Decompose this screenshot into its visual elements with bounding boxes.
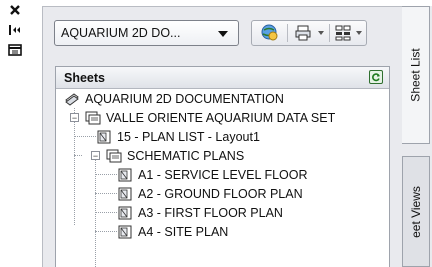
sheet-set-icon: [64, 92, 80, 106]
tab-label: Sheet List: [408, 48, 423, 102]
subset-icon: [85, 111, 101, 125]
sheet-selections-icon: [335, 25, 351, 41]
sheet-icon: [117, 168, 133, 182]
globe-search-icon: [261, 24, 278, 41]
tree-connector: [95, 193, 117, 194]
sheet-set-dropdown-value: AQUARIUM 2D DO...: [61, 26, 181, 40]
tree-connector: [95, 231, 117, 232]
tree-item-sheet[interactable]: 15 - PLAN LIST - Layout1: [96, 127, 260, 146]
sheet-set-dropdown[interactable]: AQUARIUM 2D DO...: [54, 20, 239, 46]
close-icon[interactable]: [6, 2, 24, 18]
tree-item-label: AQUARIUM 2D DOCUMENTATION: [85, 91, 284, 106]
tree-item-sheet[interactable]: A4 - SITE PLAN: [117, 222, 228, 241]
tree-item-sheet[interactable]: A2 - GROUND FLOOR PLAN: [117, 184, 303, 203]
tree-item-label: SCHEMATIC PLANS: [127, 148, 245, 163]
chevron-down-icon: [356, 31, 362, 35]
tab-sheet-views[interactable]: eet Views: [402, 156, 430, 267]
palette-tabs: Sheet List eet Views: [402, 6, 432, 267]
chevron-down-icon: [318, 31, 324, 35]
tree-item-sheet[interactable]: A3 - FIRST FLOOR PLAN: [117, 203, 283, 222]
tree-item-label: A2 - GROUND FLOOR PLAN: [138, 186, 303, 201]
collapse-toggle[interactable]: −: [70, 113, 79, 122]
palette-titlebar: [0, 0, 42, 267]
refresh-icon: [372, 73, 380, 82]
publish-button[interactable]: [290, 21, 316, 45]
tree-item-label: VALLE ORIENTE AQUARIUM DATA SET: [106, 110, 336, 125]
sheet-set-manager-panel: AQUARIUM 2D DO... Sheets − − AQUARIUM 2D…: [42, 6, 402, 267]
toolbar-divider: [329, 24, 330, 42]
refresh-button[interactable]: [369, 70, 383, 84]
subset-icon: [106, 149, 122, 163]
chevron-down-icon: [218, 31, 228, 37]
sheets-list: Sheets − − AQUARIUM 2D DOCUMENTATION VAL…: [55, 66, 390, 267]
tree-item-sheet[interactable]: A1 - SERVICE LEVEL FLOOR: [117, 165, 308, 184]
tree-item-subset[interactable]: VALLE ORIENTE AQUARIUM DATA SET: [85, 108, 335, 127]
tree-connector: [74, 136, 96, 137]
tree-item-subset[interactable]: SCHEMATIC PLANS: [106, 146, 244, 165]
toolbar-divider: [287, 24, 288, 42]
sheets-list-header: Sheets: [56, 67, 389, 89]
sheet-icon: [96, 130, 112, 144]
sheet-icon: [117, 187, 133, 201]
tree-connector: [95, 159, 96, 267]
sheet-selections-dropdown-button[interactable]: [354, 21, 364, 45]
sheet-icon: [117, 206, 133, 220]
tree-item-label: A4 - SITE PLAN: [138, 224, 229, 239]
sheets-list-title: Sheets: [64, 70, 105, 85]
tree-connector: [95, 174, 117, 175]
sheet-icon: [117, 225, 133, 239]
tree-item-label: 15 - PLAN LIST - Layout1: [117, 129, 260, 144]
display-sheet-icon-button[interactable]: [255, 21, 285, 45]
publish-dropdown-button[interactable]: [316, 21, 326, 45]
toolbar: AQUARIUM 2D DO...: [43, 7, 403, 59]
sheets-tree: − − AQUARIUM 2D DOCUMENTATION VALLE ORIE…: [56, 89, 389, 267]
tab-label: eet Views: [409, 185, 423, 238]
toolbar-button-group: [251, 20, 367, 46]
tree-connector: [74, 155, 82, 156]
properties-icon[interactable]: [6, 42, 24, 58]
tree-item-label: A1 - SERVICE LEVEL FLOOR: [138, 167, 308, 182]
tree-connector: [95, 212, 117, 213]
collapse-toggle[interactable]: −: [91, 151, 100, 160]
autohide-icon[interactable]: [6, 22, 24, 38]
tree-item-label: A3 - FIRST FLOOR PLAN: [138, 205, 283, 220]
tab-sheet-list[interactable]: Sheet List: [402, 6, 430, 144]
sheet-selections-button[interactable]: [332, 21, 354, 45]
tree-item-sheet-set[interactable]: AQUARIUM 2D DOCUMENTATION: [64, 89, 284, 108]
printer-icon: [295, 25, 311, 41]
